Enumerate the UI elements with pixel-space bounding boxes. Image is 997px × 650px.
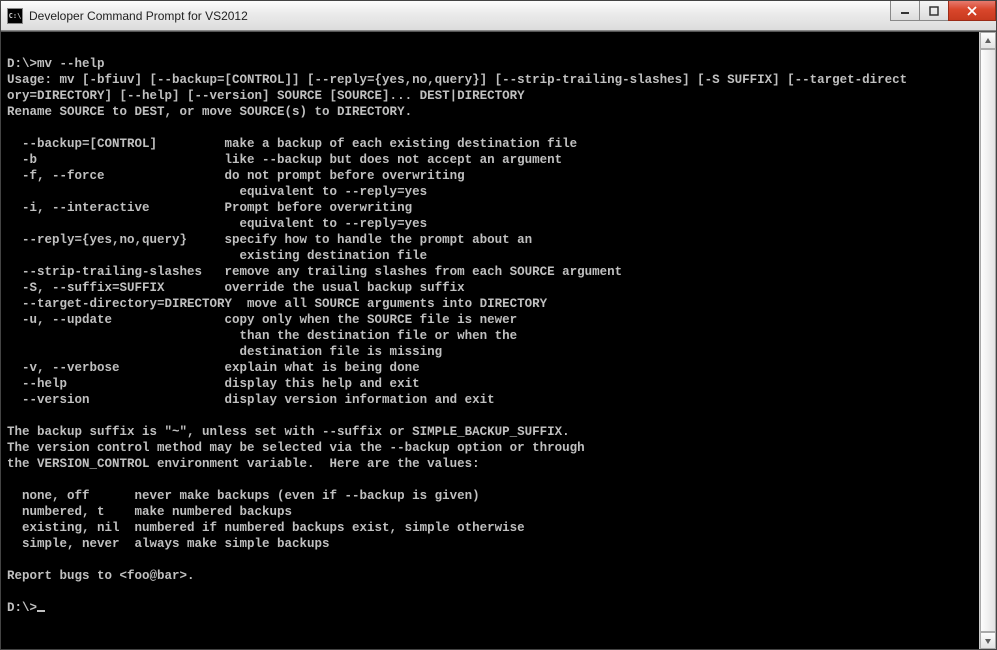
maximize-icon [929, 6, 939, 16]
current-prompt[interactable]: D:\> [7, 601, 37, 615]
close-icon [967, 6, 977, 16]
minimize-button[interactable] [890, 1, 920, 21]
app-icon: C:\ [7, 8, 23, 24]
chevron-down-icon [984, 637, 992, 645]
chevron-up-icon [984, 37, 992, 45]
command-prompt-window: C:\ Developer Command Prompt for VS2012 … [0, 0, 997, 650]
terminal-output[interactable]: D:\>mv --help Usage: mv [-bfiuv] [--back… [1, 32, 979, 649]
scroll-down-button[interactable] [980, 632, 996, 649]
vertical-scrollbar[interactable] [979, 32, 996, 649]
cursor [37, 610, 45, 612]
scrollbar-thumb[interactable] [980, 49, 996, 632]
scrollbar-track[interactable] [980, 49, 996, 632]
window-controls [891, 1, 996, 21]
terminal-wrap: D:\>mv --help Usage: mv [-bfiuv] [--back… [1, 31, 996, 649]
close-button[interactable] [948, 1, 996, 21]
titlebar[interactable]: C:\ Developer Command Prompt for VS2012 [1, 1, 996, 31]
maximize-button[interactable] [919, 1, 949, 21]
minimize-icon [900, 6, 910, 16]
scroll-up-button[interactable] [980, 32, 996, 49]
window-title: Developer Command Prompt for VS2012 [29, 9, 248, 23]
